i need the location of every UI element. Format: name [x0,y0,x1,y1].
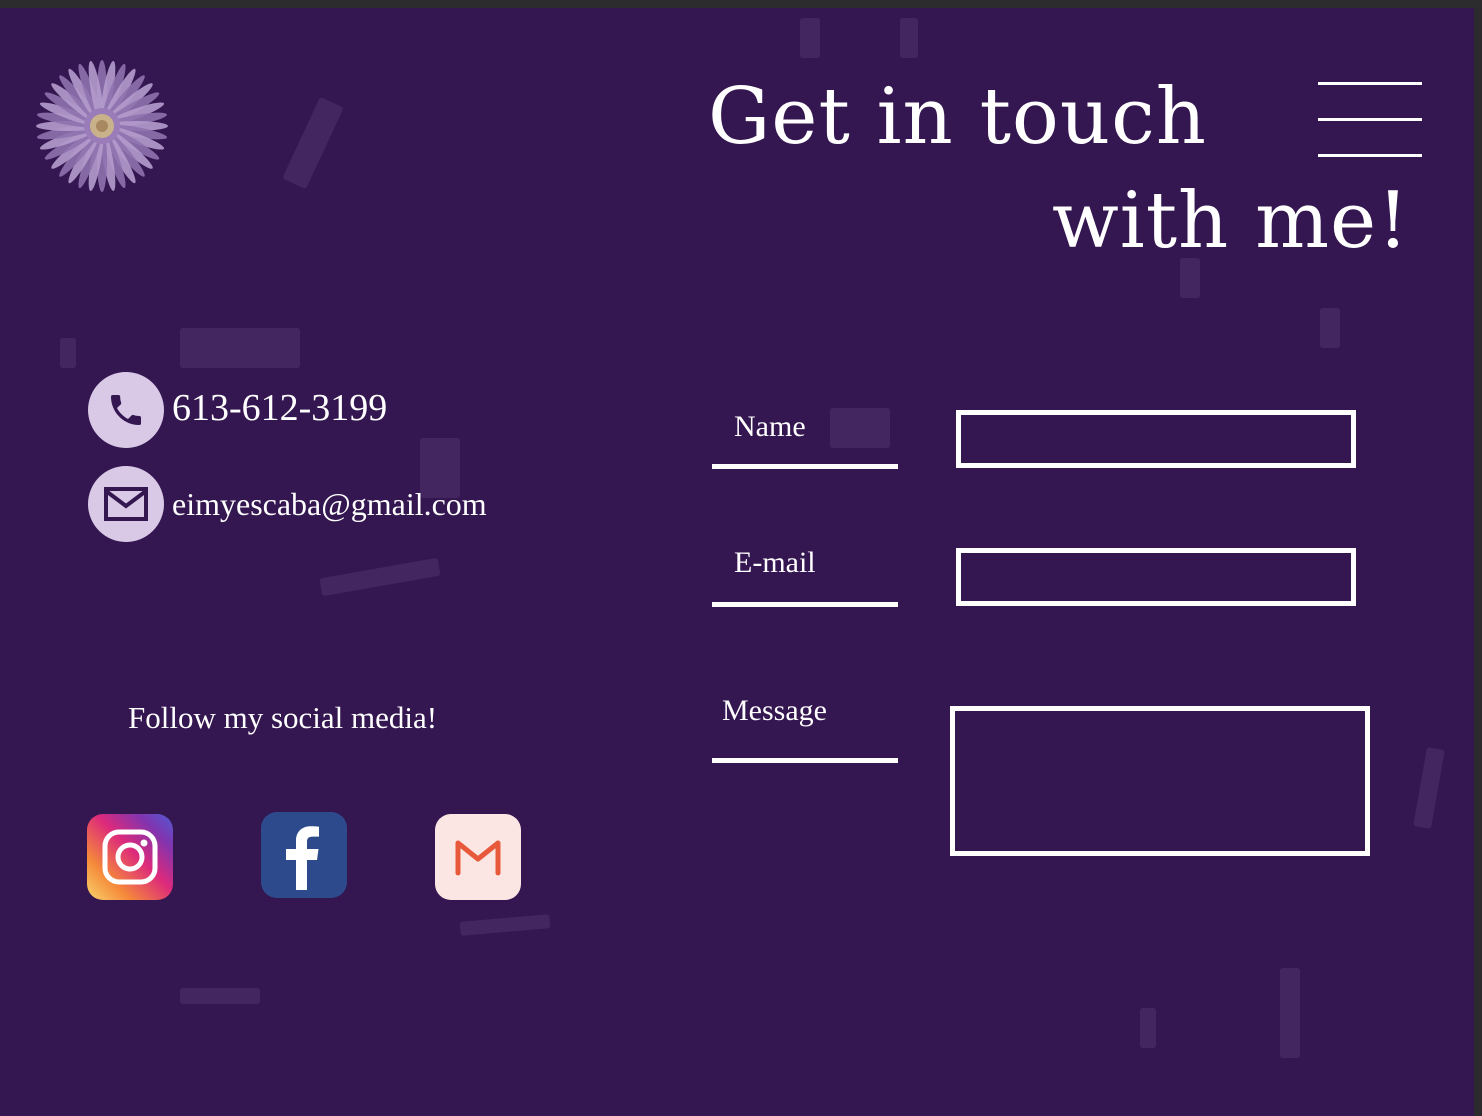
window-scrollbar[interactable] [1474,8,1482,1116]
background-texture [60,338,76,368]
phone-icon [111,395,141,425]
envelope-icon [104,487,148,521]
background-texture [459,914,551,936]
gmail-link[interactable] [435,814,521,900]
email-label-underline [712,602,898,607]
flower-icon [36,60,168,192]
hamburger-menu-button[interactable] [1318,80,1422,160]
background-texture [900,18,918,58]
background-texture [830,408,890,448]
name-label: Name [734,410,806,443]
background-texture [319,557,441,597]
background-texture [1413,747,1445,829]
background-texture [180,328,300,368]
facebook-link[interactable] [261,812,347,898]
instagram-icon [102,829,158,885]
background-texture [800,18,820,58]
email-icon-circle [88,466,164,542]
instagram-link[interactable] [87,814,173,900]
social-heading: Follow my social media! [128,700,438,735]
background-texture [180,988,260,1004]
name-label-underline [712,464,898,469]
menu-bar-bottom [1318,154,1422,157]
background-texture [282,96,344,190]
email-label: E-mail [734,546,816,579]
page-title-line2: with me! [1052,176,1410,266]
hamburger-menu-icon [1318,82,1422,85]
background-texture [1320,308,1340,348]
name-input[interactable] [956,410,1356,468]
background-texture [1140,1008,1156,1048]
email-address[interactable]: eimyescaba@gmail.com [172,486,487,523]
window-top-bar [0,0,1482,8]
gmail-icon [455,840,501,876]
page-title-line1: Get in touch [708,72,1208,162]
background-texture [1280,968,1300,1058]
contact-page: Get in touch with me! 613-612-3199 eimye… [0,8,1474,1116]
email-input[interactable] [956,548,1356,606]
message-label: Message [722,694,827,727]
phone-number[interactable]: 613-612-3199 [172,386,387,430]
message-label-underline [712,758,898,763]
facebook-icon [286,826,319,890]
phone-icon-circle [88,372,164,448]
flower-logo[interactable] [30,54,174,198]
menu-bar-middle [1318,118,1422,121]
message-textarea[interactable] [950,706,1370,856]
